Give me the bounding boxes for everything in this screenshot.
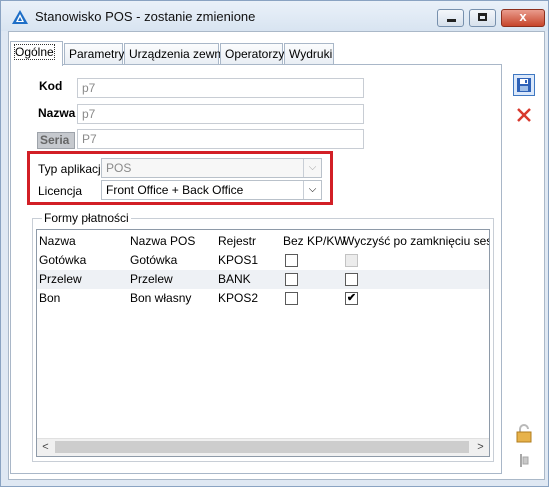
tab-label: Operatorzy: [225, 47, 285, 61]
chevron-down-icon[interactable]: ⌵: [303, 181, 321, 199]
cancel-icon: [517, 108, 531, 122]
tab-label: Ogólne: [14, 44, 55, 60]
maximize-icon: [478, 13, 487, 21]
cell-rejestr: KPOS2: [218, 291, 259, 305]
wyczysc-checkbox[interactable]: [345, 273, 358, 286]
cancel-button[interactable]: [513, 104, 535, 126]
typ-aplikacji-value: POS: [106, 161, 132, 175]
lock-button[interactable]: [513, 422, 535, 444]
licencja-combo[interactable]: Front Office + Back Office ⌵: [101, 180, 322, 200]
cell-rejestr: BANK: [218, 272, 251, 286]
minimize-button[interactable]: [437, 9, 464, 27]
window-title: Stanowisko POS - zostanie zmienione: [35, 9, 256, 24]
cell-nazwa: Gotówka: [39, 253, 87, 267]
column-header-nazwa-pos[interactable]: Nazwa POS: [130, 234, 195, 248]
wyczysc-checkbox-checked[interactable]: ✔: [345, 292, 358, 305]
seria-field[interactable]: P7: [77, 129, 364, 149]
seria-button[interactable]: Seria: [37, 132, 75, 149]
typ-aplikacji-label: Typ aplikacji: [38, 162, 104, 176]
table-row[interactable]: Bon Bon własny KPOS2 ✔: [37, 289, 489, 308]
bez-kp-kw-checkbox[interactable]: [285, 273, 298, 286]
licencja-label: Licencja: [38, 184, 83, 198]
bez-kp-kw-checkbox[interactable]: [285, 254, 298, 267]
title-bar[interactable]: Stanowisko POS - zostanie zmienione x: [1, 1, 548, 31]
payment-forms-grid: Nazwa Nazwa POS Rejestr Bez KP/KW Wyczyś…: [36, 229, 490, 457]
column-header-bez-kp-kw[interactable]: Bez KP/KW: [283, 234, 346, 248]
maximize-button[interactable]: [469, 9, 496, 27]
licencja-value: Front Office + Back Office: [106, 183, 244, 197]
typ-aplikacji-combo: POS ⌵: [101, 158, 322, 178]
kod-field[interactable]: p7: [77, 78, 364, 98]
kod-label: Kod: [39, 79, 63, 93]
scroll-right-icon[interactable]: >: [472, 439, 489, 456]
tab-wydruki[interactable]: Wydruki: [284, 43, 334, 64]
scroll-left-icon[interactable]: <: [37, 439, 54, 456]
save-button[interactable]: [513, 74, 535, 96]
app-logo-icon: [12, 10, 28, 24]
tab-urzadzenia-zewn[interactable]: Urządzenia zewn.: [124, 43, 224, 64]
nazwa-label: Nazwa: [38, 106, 76, 120]
tab-operatorzy[interactable]: Operatorzy: [220, 43, 285, 64]
column-header-rejestr[interactable]: Rejestr: [218, 234, 256, 248]
wyczysc-checkbox: [345, 254, 358, 267]
tab-parametry[interactable]: Parametry: [64, 43, 125, 64]
cell-nazwa-pos: Bon własny: [130, 291, 192, 305]
grid-header: Nazwa Nazwa POS Rejestr Bez KP/KW Wyczyś…: [37, 232, 489, 251]
filter-icon: [520, 454, 529, 467]
horizontal-scrollbar[interactable]: < >: [37, 438, 489, 456]
tab-ogolne[interactable]: Ogólne: [10, 41, 63, 66]
cell-nazwa-pos: Gotówka: [130, 253, 178, 267]
tab-label: Parametry: [69, 47, 125, 61]
minimize-icon: [447, 19, 456, 22]
table-row[interactable]: Przelew Przelew BANK: [37, 270, 489, 289]
payment-forms-title: Formy płatności: [42, 211, 131, 225]
bez-kp-kw-checkbox[interactable]: [285, 292, 298, 305]
chevron-down-icon: ⌵: [303, 159, 321, 177]
tab-label: Urządzenia zewn.: [129, 47, 225, 61]
column-header-wyczysc[interactable]: Wyczyść po zamknięciu sesji: [343, 234, 489, 248]
cell-nazwa: Bon: [39, 291, 61, 305]
nazwa-field[interactable]: p7: [77, 104, 364, 124]
close-button[interactable]: x: [501, 9, 545, 27]
table-row[interactable]: Gotówka Gotówka KPOS1: [37, 251, 489, 289]
filter-button[interactable]: [513, 450, 535, 472]
cell-nazwa: Przelew: [39, 272, 82, 286]
lock-icon: [516, 424, 532, 443]
cell-rejestr: KPOS1: [218, 253, 259, 267]
close-icon: x: [519, 9, 527, 24]
column-header-nazwa[interactable]: Nazwa: [39, 234, 76, 248]
tab-label: Wydruki: [289, 47, 333, 61]
scrollbar-thumb[interactable]: [55, 441, 469, 453]
cell-nazwa-pos: Przelew: [130, 272, 173, 286]
save-icon: [517, 78, 531, 92]
